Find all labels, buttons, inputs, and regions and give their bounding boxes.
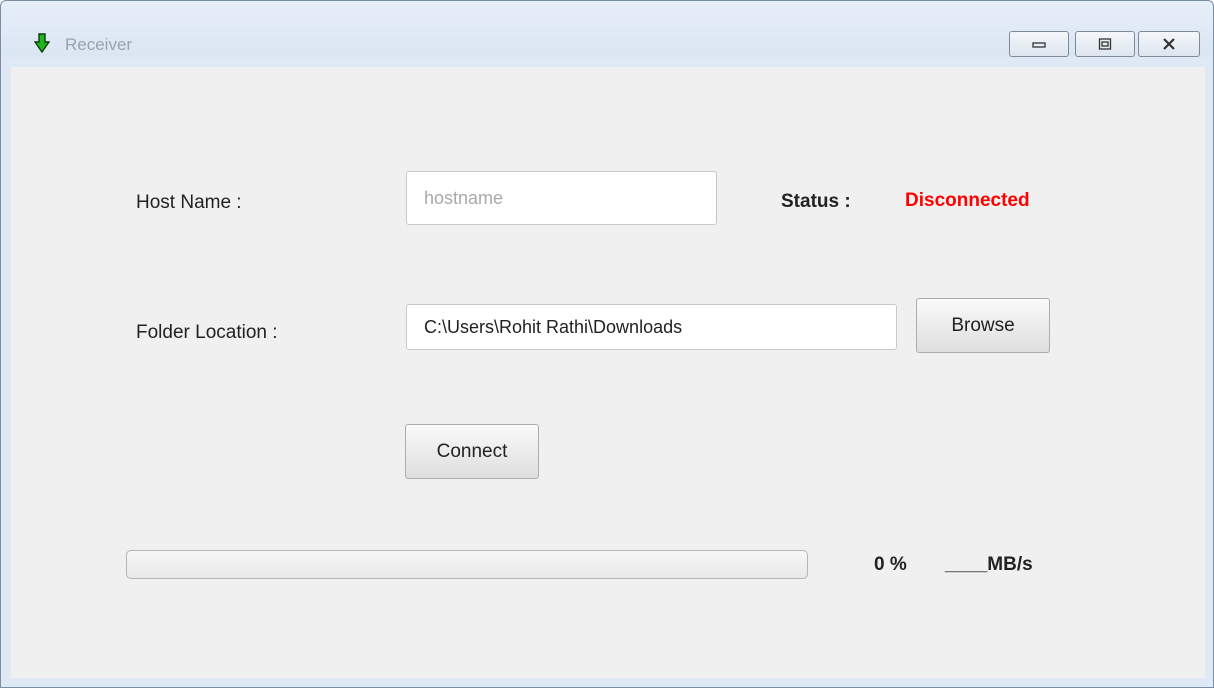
close-button[interactable] <box>1138 31 1200 57</box>
host-name-input[interactable] <box>406 171 717 225</box>
minimize-icon <box>1032 42 1046 48</box>
progress-percent: 0 % <box>874 554 907 575</box>
maximize-icon <box>1098 38 1112 50</box>
host-name-label: Host Name : <box>136 192 242 213</box>
transfer-progress-bar <box>126 550 808 579</box>
client-area: Host Name : Status : Disconnected Folder… <box>11 67 1205 678</box>
status-value: Disconnected <box>905 190 1030 211</box>
status-label: Status : <box>781 191 851 212</box>
browse-button[interactable]: Browse <box>916 298 1050 353</box>
title-bar[interactable]: Receiver <box>1 1 1213 57</box>
minimize-button[interactable] <box>1009 31 1069 57</box>
folder-location-label: Folder Location : <box>136 322 278 343</box>
transfer-speed: ____MB/s <box>945 554 1033 575</box>
folder-location-input[interactable] <box>406 304 897 350</box>
download-arrow-icon <box>34 33 50 53</box>
close-icon <box>1163 38 1175 50</box>
maximize-button[interactable] <box>1075 31 1135 57</box>
connect-button[interactable]: Connect <box>405 424 539 479</box>
receiver-window: Receiver Host Name : Status : Disconnect… <box>0 0 1214 688</box>
window-title: Receiver <box>65 35 133 54</box>
